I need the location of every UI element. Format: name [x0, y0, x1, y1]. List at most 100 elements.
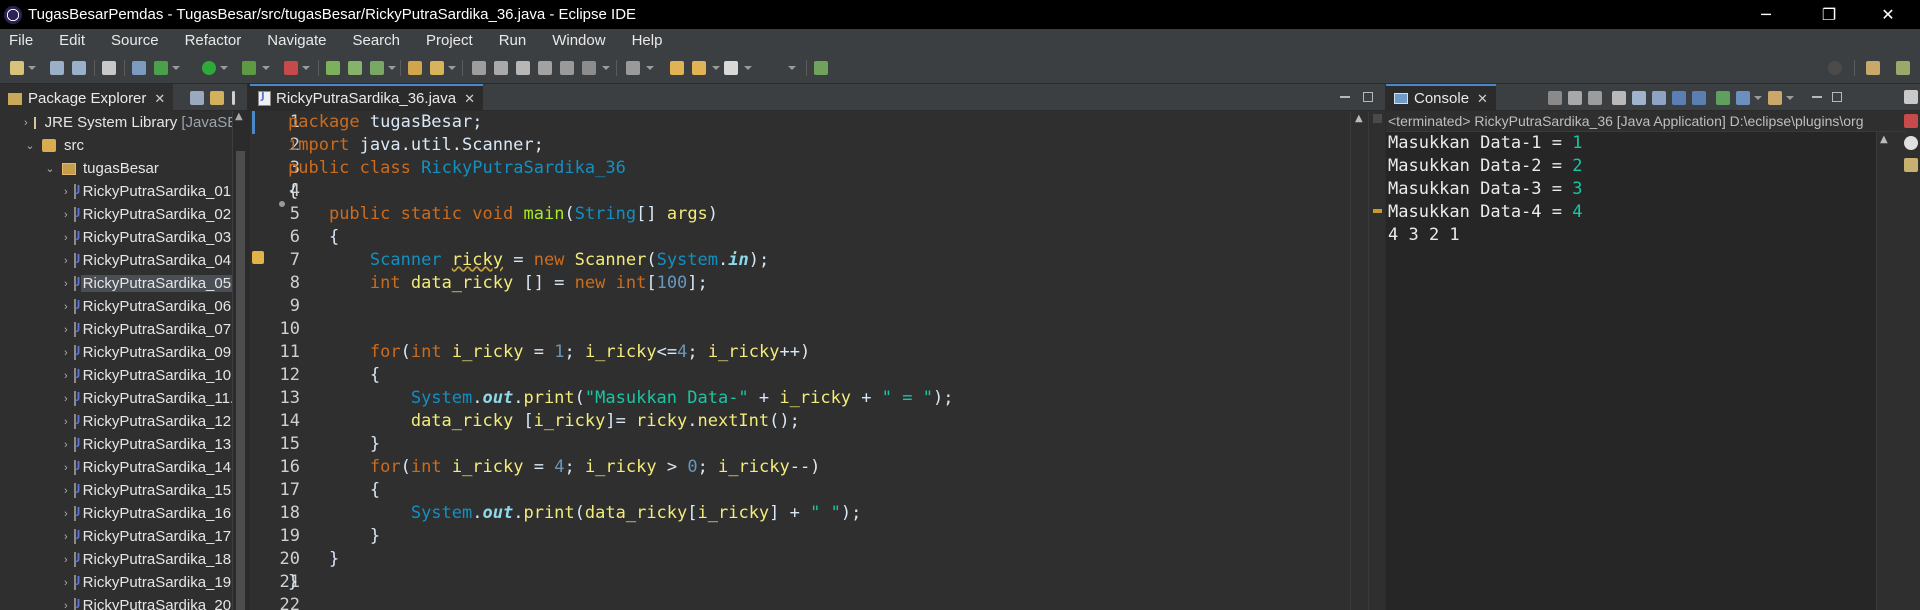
close-package-explorer-icon[interactable]: ✕	[154, 91, 165, 107]
minimize-trim-icon[interactable]	[1904, 90, 1918, 104]
remove-all-icon[interactable]	[1588, 91, 1602, 105]
expand-chevron-icon[interactable]: ›	[64, 577, 68, 589]
forward-dropdown-icon[interactable]	[744, 66, 752, 70]
debug-icon[interactable]	[154, 61, 168, 75]
scroll-up-icon[interactable]: ▲	[1880, 134, 1888, 145]
tree-item-file[interactable]: › RickyPutraSardika_01.java	[0, 180, 232, 203]
last-edit-icon[interactable]	[670, 61, 684, 75]
menu-project[interactable]: Project	[426, 32, 473, 49]
expand-chevron-icon[interactable]: ›	[64, 600, 68, 610]
tree-item-file[interactable]: › RickyPutraSardika_04.java	[0, 249, 232, 272]
task-list-icon[interactable]	[1904, 136, 1918, 150]
new-java-project-icon[interactable]	[326, 61, 340, 75]
next-annotation-dropdown-icon[interactable]	[602, 66, 610, 70]
expand-chevron-icon[interactable]: ›	[64, 485, 68, 497]
back-dropdown-icon[interactable]	[712, 66, 720, 70]
method-fold-icon[interactable]	[279, 201, 285, 207]
expand-chevron-icon[interactable]: ›	[64, 255, 68, 267]
pin-dropdown-icon[interactable]	[646, 66, 654, 70]
tree-item-file[interactable]: › RickyPutraSardika_10.java	[0, 364, 232, 387]
coverage-icon[interactable]	[242, 61, 256, 75]
show-stdout-icon[interactable]	[1672, 91, 1686, 105]
warning-marker[interactable]	[1373, 209, 1382, 213]
display-console-icon[interactable]	[1736, 91, 1750, 105]
skip-breakpoints-icon[interactable]	[132, 61, 146, 75]
explorer-scrollbar[interactable]: ▲	[232, 111, 247, 610]
problems-icon[interactable]	[1904, 158, 1918, 172]
tree-item-file[interactable]: › RickyPutraSardika_19.java	[0, 571, 232, 594]
scroll-up-icon[interactable]: ▲	[235, 111, 243, 122]
forward-icon[interactable]	[724, 61, 738, 75]
external-tools-dropdown-icon[interactable]	[302, 66, 310, 70]
editor-scrollbar[interactable]: ▲	[1350, 111, 1368, 610]
show-whitespace-icon[interactable]	[560, 61, 574, 75]
expand-chevron-icon[interactable]: ›	[64, 186, 68, 198]
new-class-icon[interactable]	[370, 61, 384, 75]
expand-chevron-icon[interactable]: ›	[64, 393, 68, 405]
tree-item-file[interactable]: › RickyPutraSardika_09.java	[0, 341, 232, 364]
tab-editor-file[interactable]: RickyPutraSardika_36.java ✕	[250, 84, 483, 111]
tree-item-file[interactable]: › RickyPutraSardika_11.java	[0, 387, 232, 410]
expand-chevron-icon[interactable]: ›	[64, 439, 68, 451]
new-icon[interactable]	[10, 61, 24, 75]
tree-item-file[interactable]: › RickyPutraSardika_18.java	[0, 548, 232, 571]
tree-item-file[interactable]: › RickyPutraSardika_16.java	[0, 502, 232, 525]
code-line[interactable]: data_ricky [i_ricky]= ricky.nextInt();	[288, 410, 800, 433]
new-package-icon[interactable]	[348, 61, 362, 75]
new-dropdown-icon[interactable]	[28, 66, 36, 70]
expand-chevron-icon[interactable]: ›	[64, 554, 68, 566]
tree-item-file[interactable]: › RickyPutraSardika_02.java	[0, 203, 232, 226]
run-dropdown-icon[interactable]	[220, 66, 228, 70]
expand-chevron-icon[interactable]: ›	[64, 324, 68, 336]
search-icon[interactable]	[1828, 61, 1842, 75]
collapse-chevron-icon[interactable]: ⌄	[44, 162, 56, 175]
code-line[interactable]: {	[288, 226, 339, 249]
maximize-button[interactable]: ❐	[1803, 0, 1855, 29]
open-console-icon[interactable]	[1768, 91, 1782, 105]
toggle-mark-occurrences-icon[interactable]	[538, 61, 552, 75]
tab-console[interactable]: Console ✕	[1386, 84, 1496, 111]
save-icon[interactable]	[50, 61, 64, 75]
code-line[interactable]: System.out.print("Masukkan Data-" + i_ri…	[288, 387, 954, 410]
next-annotation-icon[interactable]	[582, 61, 596, 75]
maximize-console-icon[interactable]	[1832, 92, 1842, 102]
expand-chevron-icon[interactable]: ›	[64, 278, 68, 290]
save-all-icon[interactable]	[72, 61, 86, 75]
expand-chevron-icon[interactable]: ›	[64, 462, 68, 474]
tree-item-jre[interactable]: › JRE System Library [JavaSE-17]	[0, 111, 232, 134]
tree-item-file[interactable]: › RickyPutraSardika_03.java	[0, 226, 232, 249]
code-line[interactable]: {	[288, 180, 298, 203]
code-line[interactable]: {	[288, 364, 380, 387]
open-console-dropdown-icon[interactable]	[1786, 96, 1794, 100]
tree-item-file[interactable]: › RickyPutraSardika_15.java	[0, 479, 232, 502]
view-menu-icon[interactable]	[232, 91, 235, 105]
tree-item-file[interactable]: › RickyPutraSardika_07.java	[0, 318, 232, 341]
tree-item-file[interactable]: › RickyPutraSardika_14.java	[0, 456, 232, 479]
menu-help[interactable]: Help	[632, 32, 663, 49]
menu-source[interactable]: Source	[111, 32, 159, 49]
expand-chevron-icon[interactable]: ›	[64, 209, 68, 221]
menu-window[interactable]: Window	[552, 32, 605, 49]
new-class-dropdown-icon[interactable]	[388, 66, 396, 70]
expand-chevron-icon[interactable]: ›	[64, 232, 68, 244]
debug-perspective-icon[interactable]	[1896, 61, 1910, 75]
minimize-editor-icon[interactable]	[1340, 96, 1350, 98]
code-line[interactable]: int data_ricky [] = new int[100];	[288, 272, 708, 295]
annotation-icon[interactable]	[472, 61, 486, 75]
code-line[interactable]: }	[288, 571, 298, 594]
display-console-dropdown-icon[interactable]	[1754, 96, 1762, 100]
code-line[interactable]: {	[288, 479, 380, 502]
tree-item-file[interactable]: › RickyPutraSardika_12.java	[0, 410, 232, 433]
run-icon[interactable]	[202, 61, 216, 75]
code-line[interactable]: }	[288, 525, 380, 548]
collapse-chevron-icon[interactable]: ⌄	[24, 139, 36, 152]
expand-chevron-icon[interactable]: ›	[64, 416, 68, 428]
pin-editor-icon[interactable]	[626, 61, 640, 75]
tree-item-file[interactable]: › RickyPutraSardika_13.java	[0, 433, 232, 456]
console-scrollbar[interactable]: ▲	[1876, 132, 1892, 610]
expand-chevron-icon[interactable]: ›	[64, 531, 68, 543]
debug-dropdown-icon[interactable]	[172, 66, 180, 70]
back-icon[interactable]	[692, 61, 706, 75]
terminal-icon[interactable]	[102, 61, 116, 75]
tree-item-file[interactable]: › RickyPutraSardika_05.java	[0, 272, 232, 295]
